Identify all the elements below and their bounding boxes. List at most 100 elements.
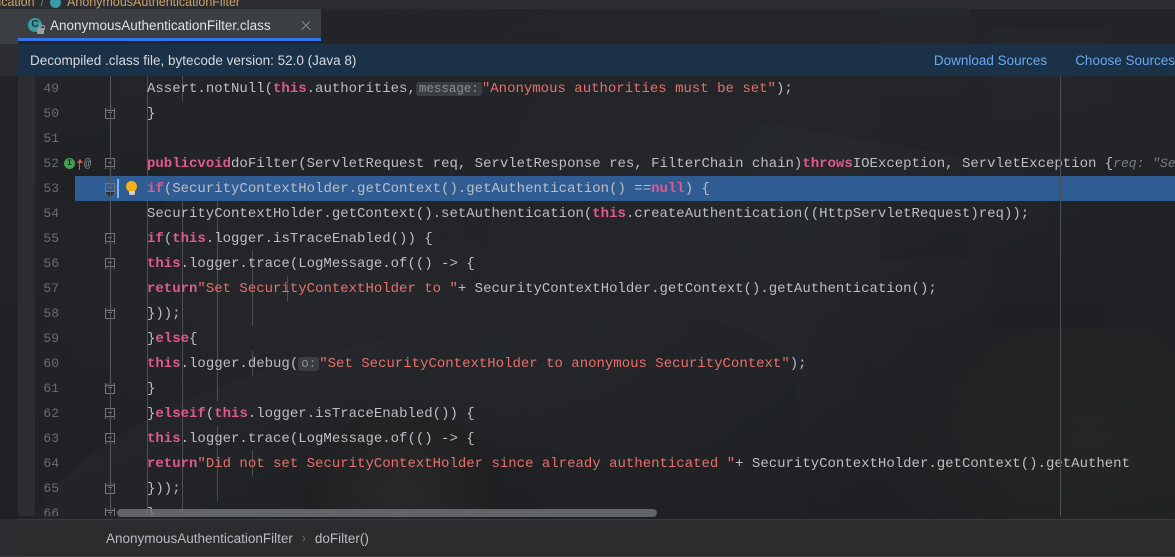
- code-token: "Set SecurityContextHolder to ": [197, 280, 458, 297]
- code-token: return: [147, 455, 198, 472]
- override-arrow-icon[interactable]: [76, 158, 83, 170]
- breadcrumb-item-class[interactable]: AnonymousAuthenticationFilter: [106, 531, 293, 546]
- fold-region-line: [109, 176, 111, 201]
- code-token: if: [147, 180, 164, 197]
- annotation-at-icon[interactable]: @: [84, 158, 91, 170]
- code-line[interactable]: 51: [18, 126, 1175, 151]
- inlay-hint: o:: [298, 356, 320, 371]
- code-token: this: [214, 405, 248, 422]
- fold-region-line: [109, 126, 111, 151]
- code-token: );: [775, 80, 793, 97]
- gutter-icons[interactable]: I @: [64, 151, 92, 176]
- code-line[interactable]: 49 Assert. notNull(this .authorities, mess…: [18, 76, 1175, 101]
- code-token: .createAuthentication((HttpServletReques…: [625, 205, 1030, 222]
- active-tab-underline: [18, 38, 321, 41]
- inlay-hint: req: "Sec: [1113, 156, 1175, 171]
- code-line[interactable]: 63 this .logger.trace(LogMessage.of(() ->…: [18, 426, 1175, 451]
- code-token: }: [147, 105, 156, 122]
- code-token: if: [189, 405, 206, 422]
- code-token: .logger.isTraceEnabled()) {: [205, 230, 433, 247]
- code-line[interactable]: 57 return "Set SecurityContextHolder to …: [18, 276, 1175, 301]
- fold-region-line: [109, 451, 111, 476]
- code-token: this: [147, 430, 181, 447]
- code-token: + SecurityContextHolder.getContext().get…: [457, 280, 937, 297]
- line-number: 52: [43, 156, 59, 171]
- indent-guide: [217, 326, 218, 351]
- code-token: null: [651, 180, 685, 197]
- code-line[interactable]: 65 }));: [18, 476, 1175, 501]
- fold-region-line: [109, 326, 111, 351]
- code-line-text: public void doFilter(ServletRequest req,…: [147, 151, 1175, 176]
- code-token: throws: [802, 155, 853, 172]
- fold-region-line: [109, 426, 111, 451]
- right-margin-guide: [1060, 76, 1061, 516]
- tab-bar-left-stub: [0, 9, 18, 44]
- code-editor[interactable]: 49 Assert. notNull(this .authorities, mess…: [18, 76, 1175, 516]
- code-line[interactable]: 64 return "Did not set SecurityContextHo…: [18, 451, 1175, 476]
- code-line-text: }: [147, 101, 155, 126]
- choose-sources-link[interactable]: Choose Sources: [1075, 53, 1175, 68]
- code-line[interactable]: 60 this .logger.debug(o: "Set SecurityCon…: [18, 351, 1175, 376]
- implements-method-icon[interactable]: I: [64, 158, 75, 169]
- code-line[interactable]: 61 }: [18, 376, 1175, 401]
- code-token: .logger.debug(: [180, 355, 299, 372]
- code-line-text: this .logger.trace(LogMessage.of(() -> {: [147, 251, 475, 276]
- code-token: "Anonymous authorities must be set": [481, 80, 776, 97]
- close-icon[interactable]: [299, 18, 313, 32]
- intention-lightbulb-icon[interactable]: [124, 181, 139, 196]
- code-token: }));: [147, 480, 181, 497]
- breadcrumb-item-method[interactable]: doFilter(): [315, 531, 369, 546]
- code-token: void: [197, 155, 232, 172]
- editor-tab-anonymousauthenticationfilter[interactable]: C AnonymousAuthenticationFilter.class: [18, 9, 321, 41]
- code-token: + SecurityContextHolder.getContext().get…: [735, 455, 1130, 472]
- code-token: this: [147, 255, 181, 272]
- line-number: 58: [43, 306, 59, 321]
- code-line-text: if (this .logger.isTraceEnabled()) {: [147, 226, 433, 251]
- code-token: "Set SecurityContextHolder to anonymous …: [319, 355, 790, 372]
- code-line-text: }));: [147, 476, 181, 501]
- indent-guide: [182, 476, 183, 501]
- code-line-text: } else {: [147, 326, 197, 351]
- code-line-text: }: [147, 376, 155, 401]
- class-icon: [50, 0, 62, 8]
- chevron-right-icon: ›: [301, 531, 306, 545]
- code-token: {: [189, 330, 198, 347]
- code-line[interactable]: 56 this .logger.trace(LogMessage.of(() ->…: [18, 251, 1175, 276]
- inlay-hint: message:: [415, 81, 482, 96]
- code-token: (: [163, 230, 173, 247]
- download-sources-link[interactable]: Download Sources: [934, 53, 1047, 68]
- code-token: public: [147, 155, 198, 172]
- code-line[interactable]: 62 } else if (this .logger.isTraceEnabled…: [18, 401, 1175, 426]
- fold-region-line: [109, 351, 111, 376]
- code-line[interactable]: 52 I @ public void doFilter(ServletRequest…: [18, 151, 1175, 176]
- code-line[interactable]: 58 }));: [18, 301, 1175, 326]
- line-number: 62: [43, 406, 59, 421]
- code-line[interactable]: 53 if (SecurityContextHolder.getContext(…: [18, 176, 1175, 201]
- code-line-text: this .logger.trace(LogMessage.of(() -> {: [147, 426, 475, 451]
- code-line[interactable]: 55 if (this .logger.isTraceEnabled()) {: [18, 226, 1175, 251]
- indent-guide: [217, 376, 218, 401]
- code-token: return: [147, 280, 198, 297]
- code-token: }));: [147, 305, 181, 322]
- code-line-text: }));: [147, 301, 181, 326]
- fold-region-line: [109, 301, 111, 326]
- line-number: 49: [43, 81, 59, 96]
- breadcrumb-separator: /: [40, 0, 45, 9]
- code-token: }: [147, 330, 156, 347]
- code-token: );: [789, 355, 807, 372]
- code-token: .logger.isTraceEnabled()) {: [247, 405, 475, 422]
- line-number: 64: [43, 456, 59, 471]
- code-lines-container: 49 Assert. notNull(this .authorities, mess…: [18, 76, 1175, 516]
- code-line-text: SecurityContextHolder.getContext().setAu…: [147, 201, 1029, 226]
- code-line[interactable]: 50 }: [18, 101, 1175, 126]
- code-token: this: [273, 80, 307, 97]
- code-token: this: [147, 355, 181, 372]
- code-token: else: [155, 405, 190, 422]
- code-line[interactable]: 59 } else {: [18, 326, 1175, 351]
- horizontal-scrollbar-thumb[interactable]: [117, 509, 657, 517]
- line-number: 63: [43, 431, 59, 446]
- code-line[interactable]: 54 SecurityContextHolder.getContext().se…: [18, 201, 1175, 226]
- fold-region-line: [109, 401, 111, 426]
- editor-tab-bar: C AnonymousAuthenticationFilter.class: [0, 9, 1175, 44]
- code-token: IOException, ServletException {: [852, 155, 1114, 172]
